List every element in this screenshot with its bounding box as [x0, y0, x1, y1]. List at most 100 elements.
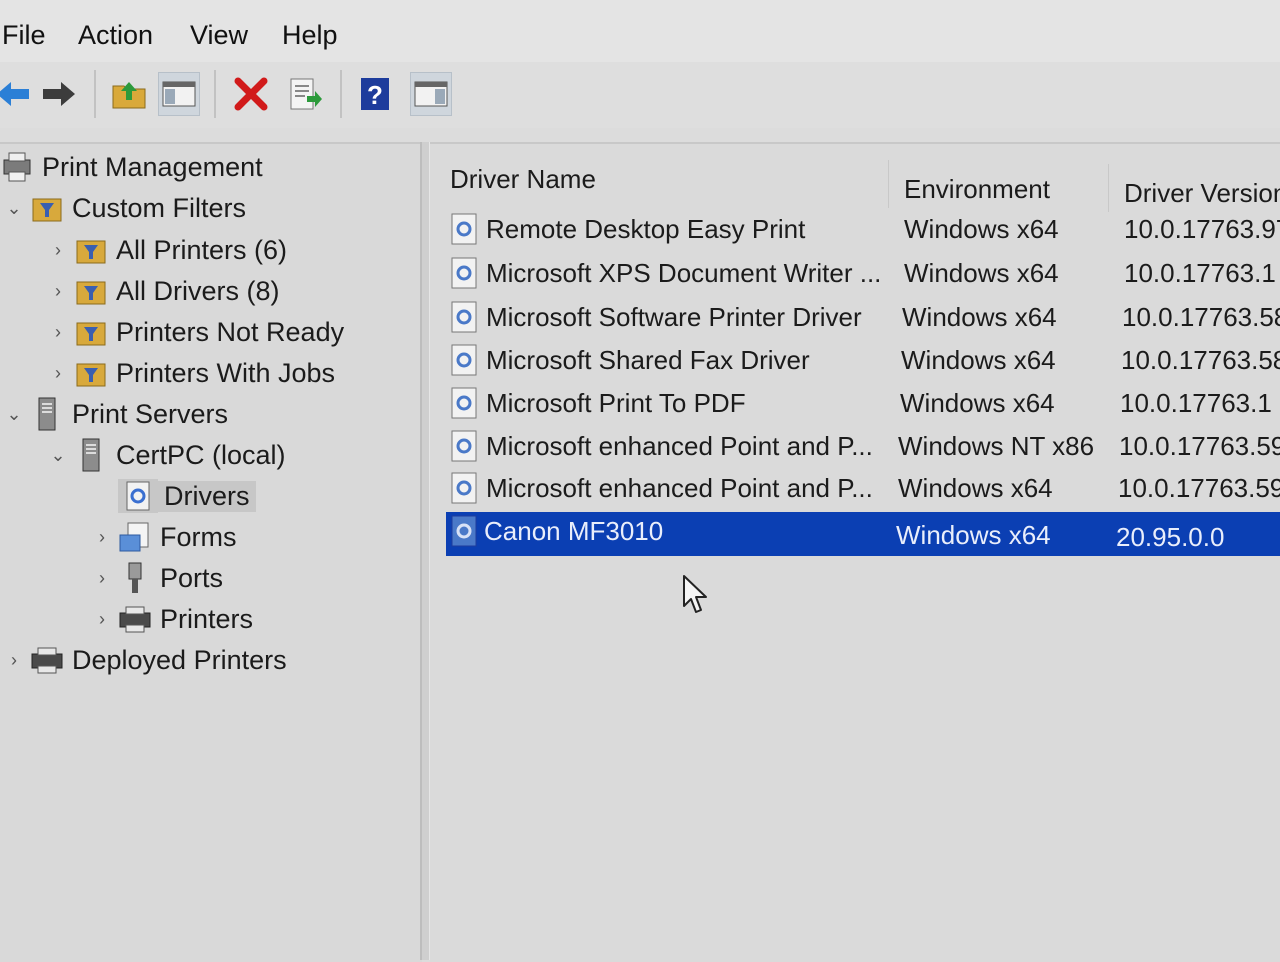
filter-folder-icon — [74, 274, 108, 308]
tree-label: Printers Not Ready — [116, 316, 345, 347]
tree-label: Custom Filters — [72, 192, 247, 223]
menu-file[interactable]: File — [2, 20, 46, 51]
driver-version: 10.0.17763.1 — [1124, 258, 1276, 288]
forward-arrow-icon[interactable] — [38, 72, 80, 116]
tree-label: Ports — [160, 562, 224, 593]
tree-item-certpc[interactable]: ⌄ CertPC (local) — [48, 436, 286, 474]
expand-icon[interactable]: › — [92, 600, 112, 638]
tree-label: Forms — [160, 521, 237, 552]
expand-icon[interactable]: › — [48, 231, 68, 269]
driver-icon — [451, 301, 477, 333]
tree-label: Print Management — [42, 151, 263, 182]
expand-icon[interactable]: › — [48, 272, 68, 310]
collapse-icon[interactable]: ⌄ — [4, 395, 24, 433]
driver-environment: Windows x64 — [902, 302, 1057, 332]
driver-row[interactable]: Microsoft Software Printer Driver Window… — [446, 298, 1280, 338]
filter-folder-icon — [74, 356, 108, 390]
printer-icon — [118, 602, 152, 636]
filter-folder-icon — [74, 315, 108, 349]
driver-name: Remote Desktop Easy Print — [486, 214, 806, 244]
column-header-environment[interactable]: Environment — [904, 174, 1050, 205]
tree-item-print-management[interactable]: Print Management — [0, 148, 263, 186]
driver-row[interactable]: Microsoft Shared Fax Driver Windows x64 … — [446, 341, 1280, 381]
driver-version: 20.95.0.0 — [1116, 522, 1225, 552]
svg-text:?: ? — [367, 80, 383, 110]
tree-item-forms[interactable]: › Forms — [92, 518, 237, 556]
toolbar-separator — [94, 70, 96, 118]
driver-row-selected[interactable]: Canon MF3010 Windows x64 20.95.0.0 — [446, 512, 1280, 556]
filter-folder-icon — [74, 233, 108, 267]
driver-environment: Windows x64 — [900, 388, 1055, 418]
expander-spacer — [92, 477, 112, 515]
driver-icon — [451, 472, 477, 504]
filter-folder-icon — [30, 191, 64, 225]
tree-item-printers-with-jobs[interactable]: › Printers With Jobs — [48, 354, 335, 392]
driver-version: 10.0.17763.583 — [1121, 345, 1280, 375]
column-header-driver-name[interactable]: Driver Name — [450, 164, 596, 195]
tree-item-printers[interactable]: › Printers — [92, 600, 253, 638]
collapse-icon[interactable]: ⌄ — [48, 436, 68, 474]
driver-environment: Windows NT x86 — [898, 431, 1095, 461]
column-header-driver-version[interactable]: Driver Version — [1124, 178, 1280, 209]
delete-icon[interactable] — [230, 72, 272, 116]
export-list-icon[interactable] — [284, 72, 326, 116]
expand-icon[interactable]: › — [48, 354, 68, 392]
column-divider[interactable] — [1108, 164, 1109, 212]
column-divider[interactable] — [888, 160, 889, 208]
driver-row[interactable]: Microsoft Print To PDF Windows x64 10.0.… — [446, 384, 1280, 424]
driver-icon — [451, 344, 477, 376]
tree-label: Drivers — [158, 480, 256, 512]
toolbar-separator — [340, 70, 342, 118]
up-folder-icon[interactable] — [108, 72, 150, 116]
tree-label: CertPC (local) — [116, 439, 286, 470]
tree-label: Printers — [160, 603, 254, 634]
help-icon[interactable]: ? — [354, 72, 396, 116]
driver-row[interactable]: Microsoft enhanced Point and P... Window… — [446, 469, 1280, 509]
toolbar: ? — [0, 62, 1280, 128]
expand-icon[interactable]: › — [48, 313, 68, 351]
back-arrow-icon[interactable] — [0, 72, 34, 116]
tree-item-all-printers[interactable]: › All Printers (6) — [48, 231, 287, 269]
driver-row[interactable]: Remote Desktop Easy Print Windows x64 10… — [446, 210, 1280, 250]
driver-row[interactable]: Microsoft enhanced Point and P... Window… — [446, 427, 1280, 467]
expand-icon[interactable]: › — [92, 559, 112, 597]
menu-bar: File Action View Help — [0, 0, 1280, 62]
expand-icon[interactable]: › — [4, 641, 24, 679]
driver-icon — [451, 430, 477, 462]
driver-version: 10.0.17763.1 — [1120, 388, 1272, 418]
driver-environment: Windows x64 — [896, 520, 1051, 550]
tree-item-deployed-printers[interactable]: › Deployed Printers — [4, 641, 287, 679]
driver-name: Canon MF3010 — [484, 516, 664, 546]
show-hide-console-tree-icon[interactable] — [158, 72, 200, 116]
menu-help[interactable]: Help — [282, 20, 338, 51]
server-icon — [30, 397, 64, 431]
driver-icon — [451, 257, 477, 289]
driver-version: 10.0.17763.973 — [1124, 214, 1280, 244]
tree-item-print-servers[interactable]: ⌄ Print Servers — [4, 395, 228, 433]
collapse-icon[interactable]: ⌄ — [4, 189, 24, 227]
driver-icon — [451, 387, 477, 419]
expand-icon[interactable]: › — [92, 518, 112, 556]
driver-version: 10.0.17763.593 — [1119, 431, 1280, 461]
driver-version: 10.0.17763.593 — [1118, 473, 1280, 503]
pane-splitter[interactable] — [420, 142, 430, 960]
menu-view[interactable]: View — [190, 20, 248, 51]
driver-icon — [451, 213, 477, 245]
driver-version: 10.0.17763.583 — [1122, 302, 1280, 332]
menu-action[interactable]: Action — [78, 20, 153, 51]
show-hide-action-pane-icon[interactable] — [410, 72, 452, 116]
tree-item-all-drivers[interactable]: › All Drivers (8) — [48, 272, 280, 310]
mouse-pointer-icon — [683, 575, 707, 613]
tree-item-ports[interactable]: › Ports — [92, 559, 223, 597]
driver-name: Microsoft enhanced Point and P... — [486, 431, 873, 461]
tree-item-drivers[interactable]: Drivers — [92, 477, 256, 515]
driver-environment: Windows x64 — [898, 473, 1053, 503]
tree-label: Deployed Printers — [72, 644, 287, 675]
tree-item-printers-not-ready[interactable]: › Printers Not Ready — [48, 313, 344, 351]
driver-name: Microsoft Shared Fax Driver — [486, 345, 810, 375]
tree-label: Print Servers — [72, 398, 229, 429]
tree-item-custom-filters[interactable]: ⌄ Custom Filters — [4, 189, 246, 227]
driver-name: Microsoft Print To PDF — [486, 388, 746, 418]
driver-row[interactable]: Microsoft XPS Document Writer ... Window… — [446, 254, 1280, 294]
tree-label: All Drivers (8) — [116, 275, 280, 306]
